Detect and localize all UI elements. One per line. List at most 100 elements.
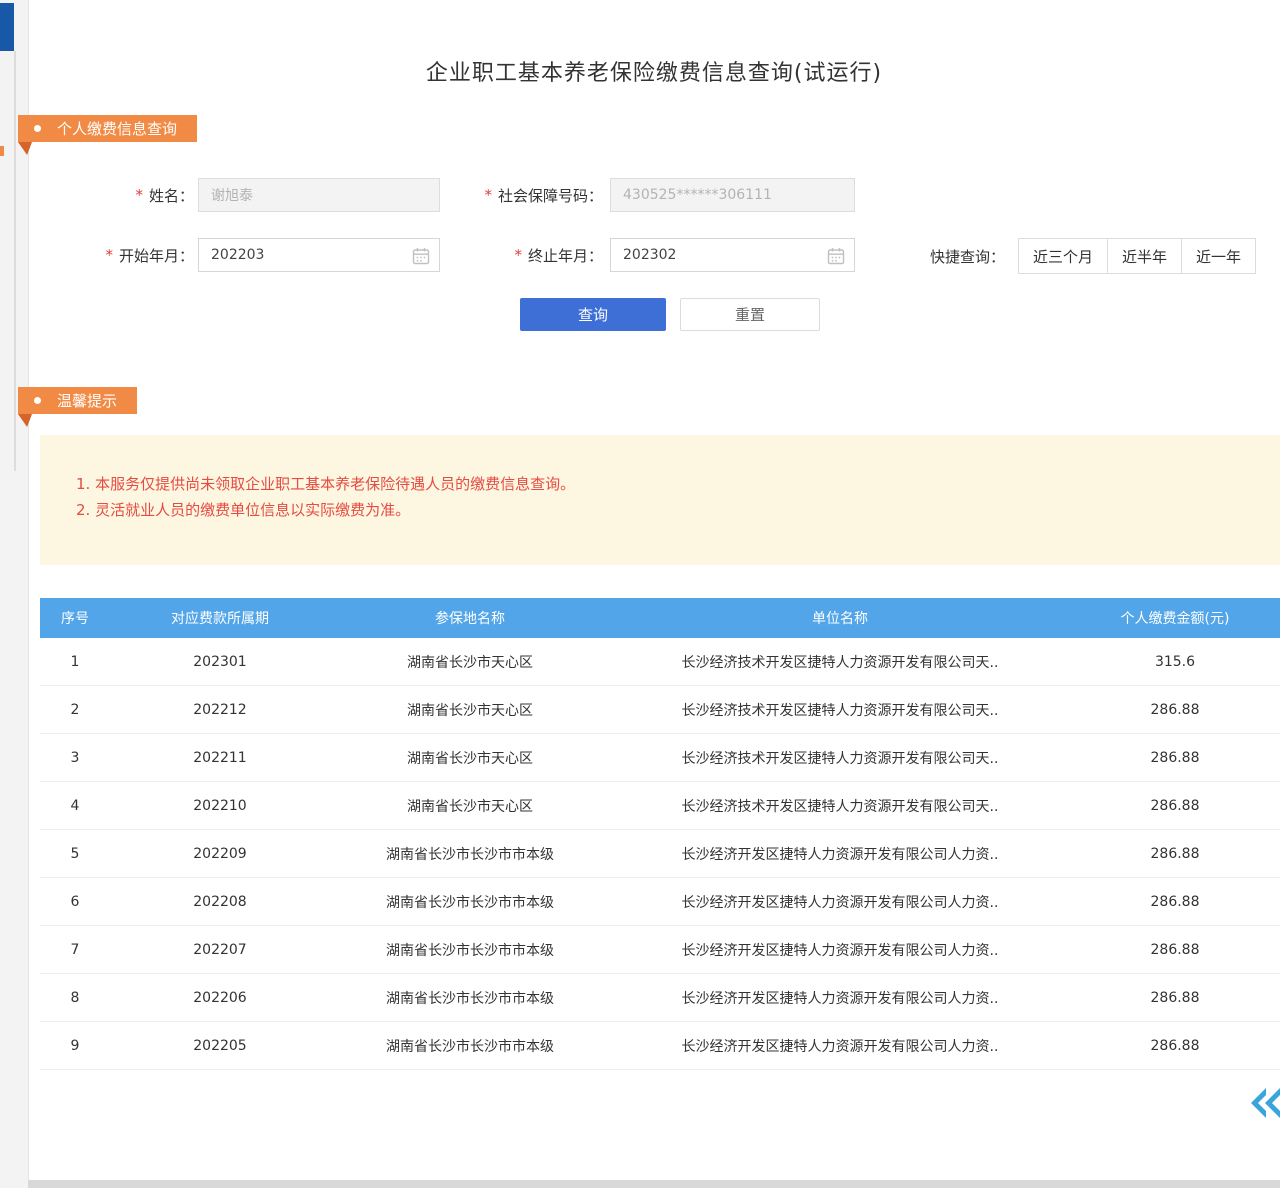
section-badge-tips: 温馨提示	[18, 387, 137, 414]
quick-half-year-button[interactable]: 近半年	[1107, 238, 1182, 274]
table-cell: 长沙经济开发区捷特人力资源开发有限公司人力资..	[610, 988, 1070, 1008]
tips-notice-box: 1. 本服务仅提供尚未领取企业职工基本养老保险待遇人员的缴费信息查询。 2. 灵…	[40, 435, 1280, 565]
table-header-cell: 序号	[40, 608, 110, 628]
table-cell: 202207	[110, 942, 330, 958]
table-row: 3202211湖南省长沙市天心区长沙经济技术开发区捷特人力资源开发有限公司天..…	[40, 734, 1280, 782]
table-cell: 长沙经济开发区捷特人力资源开发有限公司人力资..	[610, 844, 1070, 864]
table-cell: 湖南省长沙市天心区	[330, 700, 610, 720]
table-cell: 长沙经济开发区捷特人力资源开发有限公司人力资..	[610, 940, 1070, 960]
collapsed-sidebar-stub[interactable]	[0, 3, 14, 51]
start-month-input[interactable]: 202203	[198, 238, 440, 272]
bottom-scrollbar[interactable]	[28, 1180, 1280, 1188]
table-cell: 202205	[110, 1038, 330, 1054]
table-cell: 湖南省长沙市长沙市市本级	[330, 988, 610, 1008]
table-cell: 长沙经济技术开发区捷特人力资源开发有限公司天..	[610, 796, 1070, 816]
start-month-label: * 开始年月：	[74, 238, 194, 272]
table-row: 4202210湖南省长沙市天心区长沙经济技术开发区捷特人力资源开发有限公司天..…	[40, 782, 1280, 830]
table-cell: 286.88	[1070, 846, 1280, 862]
tips-line-1: 1. 本服务仅提供尚未领取企业职工基本养老保险待遇人员的缴费信息查询。	[76, 471, 1280, 497]
name-label: * 姓名：	[84, 178, 194, 212]
results-table: 序号对应费款所属期参保地名称单位名称个人缴费金额(元) 1202301湖南省长沙…	[40, 598, 1280, 1070]
table-header-cell: 个人缴费金额(元)	[1070, 608, 1280, 628]
required-asterisk: *	[484, 186, 492, 204]
table-cell: 202208	[110, 894, 330, 910]
section-badge-query: 个人缴费信息查询	[18, 115, 197, 142]
table-row: 8202206湖南省长沙市长沙市市本级长沙经济开发区捷特人力资源开发有限公司人力…	[40, 974, 1280, 1022]
bullet-dot-icon	[34, 397, 41, 404]
table-cell: 湖南省长沙市天心区	[330, 652, 610, 672]
table-cell: 8	[40, 990, 110, 1006]
reset-button[interactable]: 重置	[680, 298, 820, 331]
calendar-icon[interactable]	[826, 246, 846, 270]
table-cell: 湖南省长沙市长沙市市本级	[330, 940, 610, 960]
table-row: 7202207湖南省长沙市长沙市市本级长沙经济开发区捷特人力资源开发有限公司人力…	[40, 926, 1280, 974]
table-row: 2202212湖南省长沙市天心区长沙经济技术开发区捷特人力资源开发有限公司天..…	[40, 686, 1280, 734]
table-cell: 202210	[110, 798, 330, 814]
quick-1-year-button[interactable]: 近一年	[1181, 238, 1256, 274]
table-header-cell: 单位名称	[610, 608, 1070, 628]
table-cell: 286.88	[1070, 1038, 1280, 1054]
required-asterisk: *	[105, 246, 113, 264]
table-cell: 202209	[110, 846, 330, 862]
table-cell: 315.6	[1070, 654, 1280, 670]
section-badge-tips-label: 温馨提示	[57, 390, 117, 411]
table-cell: 5	[40, 846, 110, 862]
table-header-row: 序号对应费款所属期参保地名称单位名称个人缴费金额(元)	[40, 598, 1280, 638]
table-cell: 湖南省长沙市长沙市市本级	[330, 844, 610, 864]
table-cell: 3	[40, 750, 110, 766]
ssn-label: * 社会保障号码：	[450, 178, 603, 212]
query-button[interactable]: 查询	[520, 298, 666, 331]
table-row: 6202208湖南省长沙市长沙市市本级长沙经济开发区捷特人力资源开发有限公司人力…	[40, 878, 1280, 926]
table-cell: 286.88	[1070, 798, 1280, 814]
table-body: 1202301湖南省长沙市天心区长沙经济技术开发区捷特人力资源开发有限公司天..…	[40, 638, 1280, 1070]
table-header-cell: 对应费款所属期	[110, 608, 330, 628]
table-cell: 长沙经济技术开发区捷特人力资源开发有限公司天..	[610, 748, 1070, 768]
table-cell: 4	[40, 798, 110, 814]
table-cell: 长沙经济技术开发区捷特人力资源开发有限公司天..	[610, 700, 1070, 720]
tips-line-2: 2. 灵活就业人员的缴费单位信息以实际缴费为准。	[76, 497, 1280, 523]
gutter-divider	[14, 51, 16, 471]
double-left-chevron-icon[interactable]	[1246, 1084, 1280, 1126]
table-row: 5202209湖南省长沙市长沙市市本级长沙经济开发区捷特人力资源开发有限公司人力…	[40, 830, 1280, 878]
table-cell: 湖南省长沙市长沙市市本级	[330, 892, 610, 912]
required-asterisk: *	[514, 246, 522, 264]
required-asterisk: *	[135, 186, 143, 204]
table-cell: 湖南省长沙市天心区	[330, 748, 610, 768]
table-cell: 湖南省长沙市长沙市市本级	[330, 1036, 610, 1056]
table-cell: 9	[40, 1038, 110, 1054]
table-cell: 202212	[110, 702, 330, 718]
page: 企业职工基本养老保险缴费信息查询(试运行) 个人缴费信息查询 * 姓名： 谢旭泰…	[0, 0, 1280, 1188]
table-cell: 1	[40, 654, 110, 670]
table-row: 1202301湖南省长沙市天心区长沙经济技术开发区捷特人力资源开发有限公司天..…	[40, 638, 1280, 686]
table-cell: 286.88	[1070, 750, 1280, 766]
table-cell: 长沙经济开发区捷特人力资源开发有限公司人力资..	[610, 1036, 1070, 1056]
quick-query-group: 近三个月 近半年 近一年	[1019, 238, 1256, 274]
quick-query-label: 快捷查询：	[930, 238, 1005, 274]
quick-3-months-button[interactable]: 近三个月	[1018, 238, 1108, 274]
table-row: 9202205湖南省长沙市长沙市市本级长沙经济开发区捷特人力资源开发有限公司人力…	[40, 1022, 1280, 1070]
table-cell: 长沙经济开发区捷特人力资源开发有限公司人力资..	[610, 892, 1070, 912]
table-cell: 286.88	[1070, 942, 1280, 958]
name-input[interactable]: 谢旭泰	[198, 178, 440, 212]
table-cell: 202206	[110, 990, 330, 1006]
table-cell: 286.88	[1070, 894, 1280, 910]
calendar-icon[interactable]	[411, 246, 431, 270]
table-cell: 286.88	[1070, 702, 1280, 718]
content-card-border	[28, 0, 29, 1188]
section-badge-query-label: 个人缴费信息查询	[57, 118, 177, 139]
table-cell: 湖南省长沙市天心区	[330, 796, 610, 816]
table-cell: 6	[40, 894, 110, 910]
page-title: 企业职工基本养老保险缴费信息查询(试运行)	[28, 55, 1280, 87]
table-cell: 长沙经济技术开发区捷特人力资源开发有限公司天..	[610, 652, 1070, 672]
end-month-label: * 终止年月：	[483, 238, 603, 272]
table-cell: 202211	[110, 750, 330, 766]
ssn-input[interactable]: 430525******306111	[610, 178, 855, 212]
table-header-cell: 参保地名称	[330, 608, 610, 628]
table-cell: 202301	[110, 654, 330, 670]
end-month-input[interactable]: 202302	[610, 238, 855, 272]
bullet-dot-icon	[34, 125, 41, 132]
edge-marker	[0, 146, 4, 156]
table-cell: 2	[40, 702, 110, 718]
table-cell: 286.88	[1070, 990, 1280, 1006]
table-cell: 7	[40, 942, 110, 958]
